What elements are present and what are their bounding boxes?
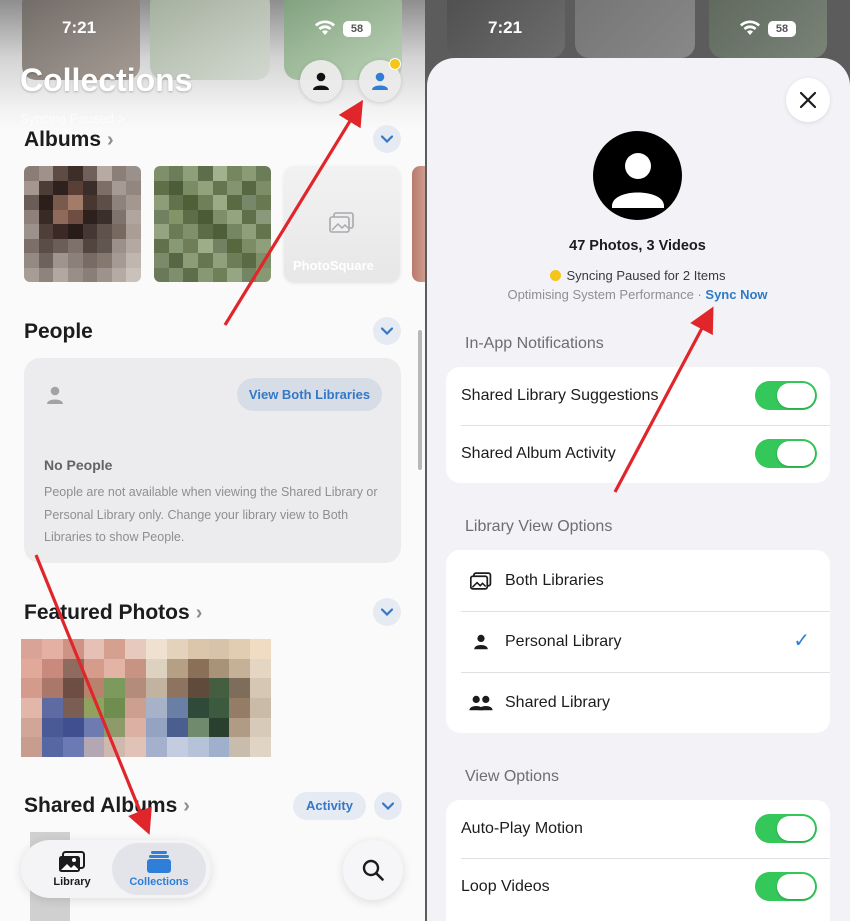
person-icon <box>469 634 493 650</box>
collections-icon <box>147 850 171 873</box>
tab-collections[interactable]: Collections <box>122 840 196 898</box>
tab-library[interactable]: Library <box>42 840 102 898</box>
view-options-group: Auto-Play Motion Loop Videos <box>446 800 830 921</box>
person-icon <box>372 72 388 90</box>
search-icon <box>362 859 384 881</box>
notifications-group: Shared Library Suggestions Shared Album … <box>446 367 830 483</box>
person-icon <box>313 72 329 90</box>
sync-status-link[interactable]: Syncing Paused > <box>20 111 125 126</box>
row-label: Shared Library Suggestions <box>461 387 659 404</box>
sync-status-text: Syncing Paused for 2 Items <box>566 268 726 283</box>
personal-library-row[interactable]: Personal Library ✓ <box>446 611 830 672</box>
shared-albums-header[interactable]: Shared Albums › <box>24 794 190 818</box>
person-icon <box>47 386 63 404</box>
sync-paused-dot <box>549 270 561 281</box>
close-icon <box>799 91 817 109</box>
photo-library-icon <box>469 571 493 590</box>
shared-library-suggestions-row: Shared Library Suggestions <box>446 367 830 425</box>
featured-photo[interactable] <box>21 639 271 757</box>
chevron-down-icon <box>381 327 393 335</box>
loop-videos-row: Loop Videos <box>446 858 830 916</box>
activity-button[interactable]: Activity <box>293 792 366 820</box>
row-label: Shared Album Activity <box>461 445 616 462</box>
page-title: Collections <box>20 62 193 98</box>
auto-play-motion-row: Auto-Play Motion <box>446 800 830 858</box>
shared-album-activity-row: Shared Album Activity <box>446 425 830 483</box>
album-thumbnail[interactable] <box>24 166 141 282</box>
section-title: People <box>24 320 93 343</box>
collapse-albums-button[interactable] <box>373 125 401 153</box>
no-people-title: No People <box>44 457 113 473</box>
people-header: People <box>24 320 93 344</box>
shared-library-row[interactable]: Shared Library <box>446 672 830 733</box>
row-label: Shared Library <box>505 693 610 711</box>
row-label: Both Libraries <box>505 571 604 589</box>
status-time: 7:21 <box>62 18 97 37</box>
shared-library-suggestions-toggle[interactable] <box>755 381 817 410</box>
person-icon <box>611 152 664 208</box>
optimising-status: Optimising System Performance · Sync Now <box>425 287 850 302</box>
sync-paused-badge <box>389 58 401 70</box>
section-title: Albums <box>24 128 102 151</box>
library-settings-screen: 7:21 58 47 Photos, 3 Videos Syncing Paus… <box>425 0 850 921</box>
collapse-shared-button[interactable] <box>374 792 402 820</box>
loop-videos-toggle[interactable] <box>755 872 817 901</box>
wifi-icon <box>740 20 760 35</box>
chevron-right-icon: › <box>107 128 114 151</box>
section-title: Shared Albums <box>24 794 178 817</box>
status-time: 7:21 <box>488 18 523 37</box>
profile-button[interactable] <box>300 60 342 102</box>
collections-screen: 7:21 58 Collections Syncing Paused > Alb… <box>0 0 425 921</box>
sync-now-link[interactable]: Sync Now <box>705 287 767 302</box>
people-icon <box>469 695 493 711</box>
profile-avatar <box>593 131 682 220</box>
shared-album-activity-toggle[interactable] <box>755 439 817 468</box>
chevron-down-icon <box>381 135 393 143</box>
chevron-down-icon <box>381 608 393 616</box>
checkmark-icon: ✓ <box>793 630 810 652</box>
collapse-people-button[interactable] <box>373 317 401 345</box>
row-label: Personal Library <box>505 632 622 650</box>
library-counts: 47 Photos, 3 Videos <box>569 238 706 254</box>
album-label: PhotoSquare <box>293 258 374 273</box>
view-both-libraries-button[interactable]: View Both Libraries <box>237 378 382 411</box>
tab-label: Collections <box>129 875 189 888</box>
auto-play-motion-toggle[interactable] <box>755 814 817 843</box>
chevron-right-icon: › <box>183 794 190 817</box>
tab-label: Library <box>53 875 91 888</box>
both-libraries-row[interactable]: Both Libraries <box>446 550 830 611</box>
group-header: Library View Options <box>465 518 613 535</box>
battery-indicator: 58 <box>343 21 371 37</box>
album-thumbnail[interactable] <box>154 166 271 282</box>
albums-header[interactable]: Albums › <box>24 128 114 152</box>
battery-indicator: 58 <box>768 21 796 37</box>
group-header: In-App Notifications <box>465 335 604 352</box>
chevron-down-icon <box>382 802 394 810</box>
sync-status: Syncing Paused for 2 Items <box>425 268 850 283</box>
close-button[interactable] <box>786 78 830 122</box>
album-thumbnail[interactable] <box>412 166 425 282</box>
photo-library-icon <box>59 850 85 872</box>
collapse-featured-button[interactable] <box>373 598 401 626</box>
section-title: Featured Photos <box>24 601 190 624</box>
photo-stack-icon <box>329 212 354 233</box>
group-header: View Options <box>465 768 559 785</box>
background-photo <box>575 0 695 58</box>
chevron-right-icon: › <box>195 601 203 624</box>
row-label: Auto-Play Motion <box>461 820 583 837</box>
library-view-group: Both Libraries Personal Library ✓ Shared… <box>446 550 830 733</box>
wifi-icon <box>315 20 335 35</box>
scroll-indicator <box>418 330 422 470</box>
search-button[interactable] <box>343 840 403 900</box>
featured-photos-header[interactable]: Featured Photos › <box>24 601 202 625</box>
optimising-text: Optimising System Performance · <box>507 287 706 302</box>
row-label: Loop Videos <box>461 878 550 895</box>
no-people-description: People are not available when viewing th… <box>44 485 378 544</box>
